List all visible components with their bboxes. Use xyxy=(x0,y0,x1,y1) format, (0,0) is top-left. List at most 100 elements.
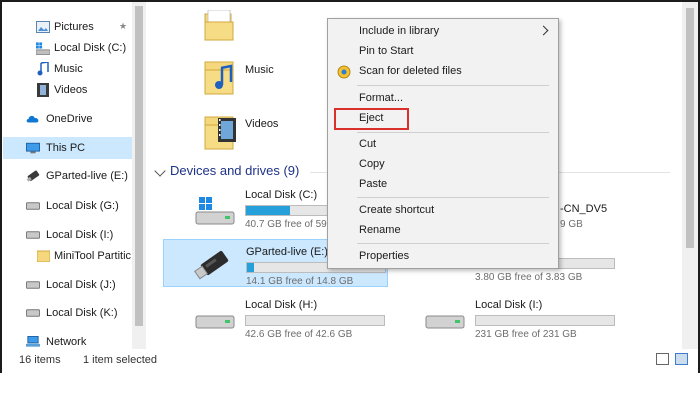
sidebar-item-pictures[interactable]: Pictures ★ xyxy=(3,16,146,38)
drive-free-space: 14.1 GB free of 14.8 GB xyxy=(246,276,354,287)
menu-item-label: Format... xyxy=(359,92,404,104)
menu-item-label: Cut xyxy=(359,138,377,150)
sidebar-item-label: GParted-live (E:) xyxy=(46,170,128,182)
sidebar-item-minitool[interactable]: MiniTool Partitic xyxy=(3,245,146,267)
menu-item-label: Copy xyxy=(359,158,385,170)
scan-icon xyxy=(337,65,351,79)
menu-separator xyxy=(357,132,549,133)
sidebar-item-local-disk-j[interactable]: Local Disk (J:) xyxy=(3,274,146,296)
sidebar-item-gparted[interactable]: GParted-live (E:) xyxy=(3,165,146,187)
drive-free-space-partial: 9 GB xyxy=(560,219,583,230)
drive-name: Local Disk (C:) xyxy=(245,189,318,201)
music-folder-label[interactable]: Music xyxy=(245,64,274,76)
drive-free-space: 40.7 GB free of 59 xyxy=(245,219,327,230)
drive-icon xyxy=(425,313,465,337)
tiles-view-icon[interactable] xyxy=(675,353,688,365)
sidebar-item-label: Local Disk (C:) xyxy=(54,42,127,54)
content-scrollbar-thumb[interactable] xyxy=(686,8,694,248)
usage-bar xyxy=(475,315,615,326)
menu-item-label: Create shortcut xyxy=(359,204,435,216)
devices-section-heading[interactable]: Devices and drives (9) xyxy=(170,163,299,178)
drive-name-partial[interactable]: -CN_DV5 xyxy=(560,203,607,215)
sidebar-item-local-disk-k[interactable]: Local Disk (K:) xyxy=(3,302,146,324)
menu-item-copy[interactable]: Copy xyxy=(328,155,558,175)
sidebar-item-label: Local Disk (G:) xyxy=(46,200,119,212)
menu-item-properties[interactable]: Properties xyxy=(328,247,558,267)
folder-icon xyxy=(36,249,50,263)
sidebar-item-label: Music xyxy=(54,63,83,75)
selection-status: 1 item selected xyxy=(83,354,157,366)
menu-item-create-shortcut[interactable]: Create shortcut xyxy=(328,201,558,221)
pictures-icon xyxy=(36,20,50,34)
sidebar-item-label: Videos xyxy=(54,84,88,96)
sidebar-item-local-disk-g[interactable]: Local Disk (G:) xyxy=(3,195,146,217)
this-pc-icon xyxy=(26,141,40,155)
details-view-icon[interactable] xyxy=(656,353,669,365)
drive-free-space: 42.6 GB free of 42.6 GB xyxy=(245,329,353,340)
menu-item-rename[interactable]: Rename xyxy=(328,221,558,241)
drive-icon xyxy=(26,278,40,292)
menu-item-label: Scan for deleted files xyxy=(359,65,462,77)
menu-item-include-in-library[interactable]: Include in library xyxy=(328,22,558,42)
sidebar-scrollbar[interactable] xyxy=(132,2,146,349)
drive-icon xyxy=(26,306,40,320)
drive-name: GParted-live (E:) xyxy=(246,246,328,258)
onedrive-icon xyxy=(26,112,40,126)
drive-icon xyxy=(26,228,40,242)
content-scrollbar[interactable] xyxy=(682,2,698,349)
frame-bottom-margin xyxy=(0,373,700,395)
menu-item-scan-deleted[interactable]: Scan for deleted files xyxy=(328,62,558,82)
sidebar-item-onedrive[interactable]: OneDrive xyxy=(3,108,146,130)
item-count: 16 items xyxy=(19,354,61,366)
sidebar-item-label: MiniTool Partitic xyxy=(54,250,132,262)
menu-item-cut[interactable]: Cut xyxy=(328,135,558,155)
menu-item-label: Rename xyxy=(359,224,401,236)
eject-highlight-box xyxy=(334,108,409,130)
sidebar-item-local-disk-i[interactable]: Local Disk (I:) xyxy=(3,224,146,246)
drive-free-space: 231 GB free of 231 GB xyxy=(475,329,577,340)
sidebar-scrollbar-thumb[interactable] xyxy=(135,6,143,326)
sidebar-item-label: This PC xyxy=(46,142,86,154)
menu-separator xyxy=(357,85,549,86)
chevron-right-icon xyxy=(538,25,549,36)
usb-drive-icon xyxy=(194,248,232,280)
status-bar: 16 items 1 item selected xyxy=(3,349,698,371)
usage-bar-fill xyxy=(246,206,291,215)
drive-name: Local Disk (I:) xyxy=(475,299,543,311)
drive-icon xyxy=(195,313,235,337)
sidebar-item-local-disk-c[interactable]: Local Disk (C:) xyxy=(3,37,146,59)
drive-tile-i[interactable]: Local Disk (I:) 231 GB free of 231 GB xyxy=(393,293,618,341)
local-disk-icon xyxy=(36,41,50,55)
network-icon xyxy=(26,335,40,349)
sidebar-item-this-pc[interactable]: This PC xyxy=(3,137,146,159)
usage-bar xyxy=(245,315,385,326)
menu-item-paste[interactable]: Paste xyxy=(328,175,558,195)
sidebar-item-label: Local Disk (I:) xyxy=(46,229,114,241)
drive-name: Local Disk (H:) xyxy=(245,299,318,311)
view-toggle xyxy=(656,353,688,365)
sidebar-item-label: Local Disk (J:) xyxy=(46,279,116,291)
sidebar-item-music[interactable]: Music xyxy=(3,58,146,80)
videos-folder-icon[interactable] xyxy=(204,113,238,151)
videos-folder-label[interactable]: Videos xyxy=(245,118,278,130)
menu-separator xyxy=(357,197,549,198)
sidebar-item-network[interactable]: Network xyxy=(3,331,146,349)
pin-icon: ★ xyxy=(119,21,128,31)
navigation-pane: Pictures ★ Local Disk (C:) Music Videos … xyxy=(3,2,146,349)
sidebar-item-label: OneDrive xyxy=(46,113,93,125)
menu-item-label: Paste xyxy=(359,178,388,190)
menu-item-label: Include in library xyxy=(359,25,440,37)
drive-free-space-partial: 3.80 GB free of 3.83 GB xyxy=(475,272,583,283)
music-folder-icon[interactable] xyxy=(204,58,236,96)
music-icon xyxy=(36,62,50,76)
sidebar-item-label: Pictures xyxy=(54,21,94,33)
folder-icon[interactable] xyxy=(204,9,234,42)
usb-drive-icon xyxy=(26,169,40,183)
context-menu: Include in library Pin to Start Scan for… xyxy=(327,18,559,269)
menu-item-pin-to-start[interactable]: Pin to Start xyxy=(328,42,558,62)
sidebar-item-videos[interactable]: Videos xyxy=(3,79,146,101)
videos-icon xyxy=(36,83,50,97)
drive-tile-h[interactable]: Local Disk (H:) 42.6 GB free of 42.6 GB xyxy=(163,293,388,341)
menu-item-format[interactable]: Format... xyxy=(328,89,558,109)
sidebar-item-label: Local Disk (K:) xyxy=(46,307,118,319)
